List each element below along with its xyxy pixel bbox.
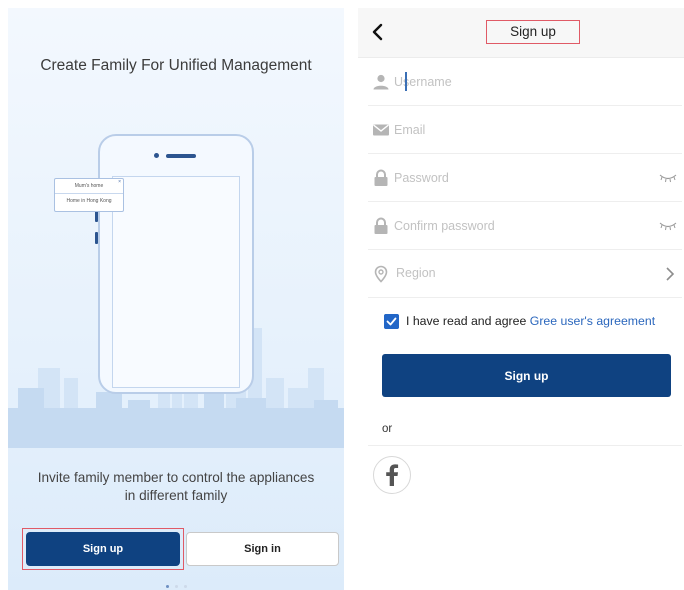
region-label: Region [396, 266, 436, 280]
agreement-checkbox[interactable] [384, 314, 399, 329]
agreement-link[interactable]: Gree user's agreement [530, 314, 655, 328]
eye-closed-icon[interactable] [658, 220, 678, 232]
facebook-login-button[interactable] [373, 456, 411, 494]
family-menu-illustration: × Mum's home Home in Hong Kong [54, 178, 124, 212]
email-row [368, 106, 682, 154]
agreement-text: I have read and agree Gree user's agreem… [406, 314, 655, 328]
or-label: or [382, 423, 393, 435]
eye-closed-icon[interactable] [658, 172, 678, 184]
phone-camera-dot [154, 153, 159, 158]
onboarding-screen: Create Family For Unified Management × M… [8, 8, 344, 590]
signin-button[interactable]: Sign in [186, 532, 339, 566]
username-input[interactable] [394, 72, 644, 92]
text-cursor [405, 72, 407, 91]
signup-button[interactable]: Sign up [26, 532, 180, 566]
lock-icon [374, 169, 388, 186]
onboarding-description-line: in different family [124, 488, 228, 503]
signup-header: Sign up [358, 8, 684, 58]
divider [368, 445, 682, 446]
email-input[interactable] [394, 120, 644, 140]
agreement-row: I have read and agree Gree user's agreem… [382, 313, 682, 331]
mail-icon [373, 124, 389, 136]
onboarding-heading: Create Family For Unified Management [40, 57, 312, 74]
page-dot[interactable] [174, 585, 178, 588]
page-indicator [8, 585, 344, 588]
chevron-right-icon [666, 267, 675, 281]
password-input[interactable] [394, 168, 644, 188]
onboarding-description: Invite family member to control the appl… [22, 469, 330, 505]
location-pin-icon [374, 265, 388, 283]
user-icon [373, 74, 389, 90]
phone-speaker [166, 154, 196, 158]
region-row[interactable]: Region [368, 250, 682, 298]
lock-icon [374, 217, 388, 234]
page-dot[interactable] [165, 585, 169, 588]
page-title: Sign up [486, 20, 580, 44]
confirm-password-input[interactable] [394, 216, 644, 236]
agreement-label: I have read and agree [406, 314, 530, 328]
password-row [368, 154, 682, 202]
family-menu-item: Mum's home [74, 183, 104, 189]
confirm-password-row [368, 202, 682, 250]
family-menu-item: Home in Hong Kong [55, 193, 123, 207]
close-icon: × [118, 179, 121, 185]
signup-screen: Sign up Username Email Region I have rea… [358, 8, 684, 590]
phone-illustration [95, 134, 254, 394]
chevron-left-icon[interactable] [368, 20, 388, 44]
facebook-icon [386, 464, 399, 486]
page-dot[interactable] [183, 585, 187, 588]
phone-screen [112, 176, 240, 388]
signup-button[interactable]: Sign up [382, 354, 671, 397]
username-row [368, 58, 682, 106]
onboarding-description-line: Invite family member to control the appl… [37, 470, 315, 485]
phone-side-button [95, 232, 98, 244]
